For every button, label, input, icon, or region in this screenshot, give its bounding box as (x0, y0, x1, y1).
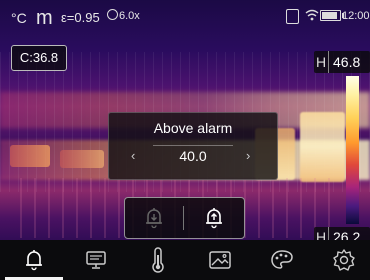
high-alarm-bell-icon (206, 208, 222, 229)
zoom-icon (107, 9, 118, 20)
toolbar-alarm[interactable] (3, 240, 65, 280)
sd-card-icon (286, 9, 299, 24)
alarm-type-selector (124, 197, 245, 239)
alarm-dialog-title: Above alarm (153, 120, 233, 136)
emissivity-value: ε=0.95 (61, 10, 100, 25)
center-temperature-badge: C:36.8 (11, 45, 67, 71)
high-temperature-badge: H 46.8 (314, 51, 370, 73)
high-alarm-button[interactable] (185, 198, 243, 238)
low-alarm-button[interactable] (125, 198, 183, 238)
alarm-dialog: Above alarm ‹ 40.0 › (108, 112, 278, 180)
color-palette-bar (346, 76, 359, 224)
divider (153, 145, 233, 146)
thermal-camera-screen: °C m ε=0.95 6.0x 12:00 AM C:36.8 H46.8 H… (0, 0, 370, 280)
alarm-bell-icon (26, 250, 42, 271)
alarm-threshold-value[interactable]: 40.0 (109, 148, 277, 164)
zoom-value: 6.0x (119, 10, 140, 22)
thermometer-icon (152, 247, 164, 273)
status-bar: °C m ε=0.95 6.0x 12:00 AM (0, 0, 370, 36)
low-alarm-bell-icon (146, 208, 162, 229)
selector-divider (183, 206, 184, 230)
wifi-icon (305, 9, 319, 21)
battery-icon (320, 10, 344, 21)
gear-icon (333, 249, 355, 271)
toolbar-palette[interactable] (251, 240, 313, 280)
temperature-unit: °C (11, 10, 27, 26)
increase-value-button[interactable]: › (246, 148, 250, 163)
toolbar-display[interactable] (65, 240, 127, 280)
high-value: 46.8 (333, 54, 361, 70)
monitor-icon (86, 251, 106, 269)
palette-icon (271, 250, 293, 269)
toolbar-temperature[interactable] (127, 240, 189, 280)
clock-time: 12:00 AM (342, 10, 370, 22)
bottom-toolbar (0, 240, 370, 280)
toolbar-gallery[interactable] (189, 240, 251, 280)
image-gallery-icon (209, 251, 231, 269)
high-label: H (314, 51, 329, 73)
toolbar-settings[interactable] (313, 240, 370, 280)
zoom-indicator: 6.0x (107, 9, 140, 22)
measure-mode: m (36, 7, 53, 29)
